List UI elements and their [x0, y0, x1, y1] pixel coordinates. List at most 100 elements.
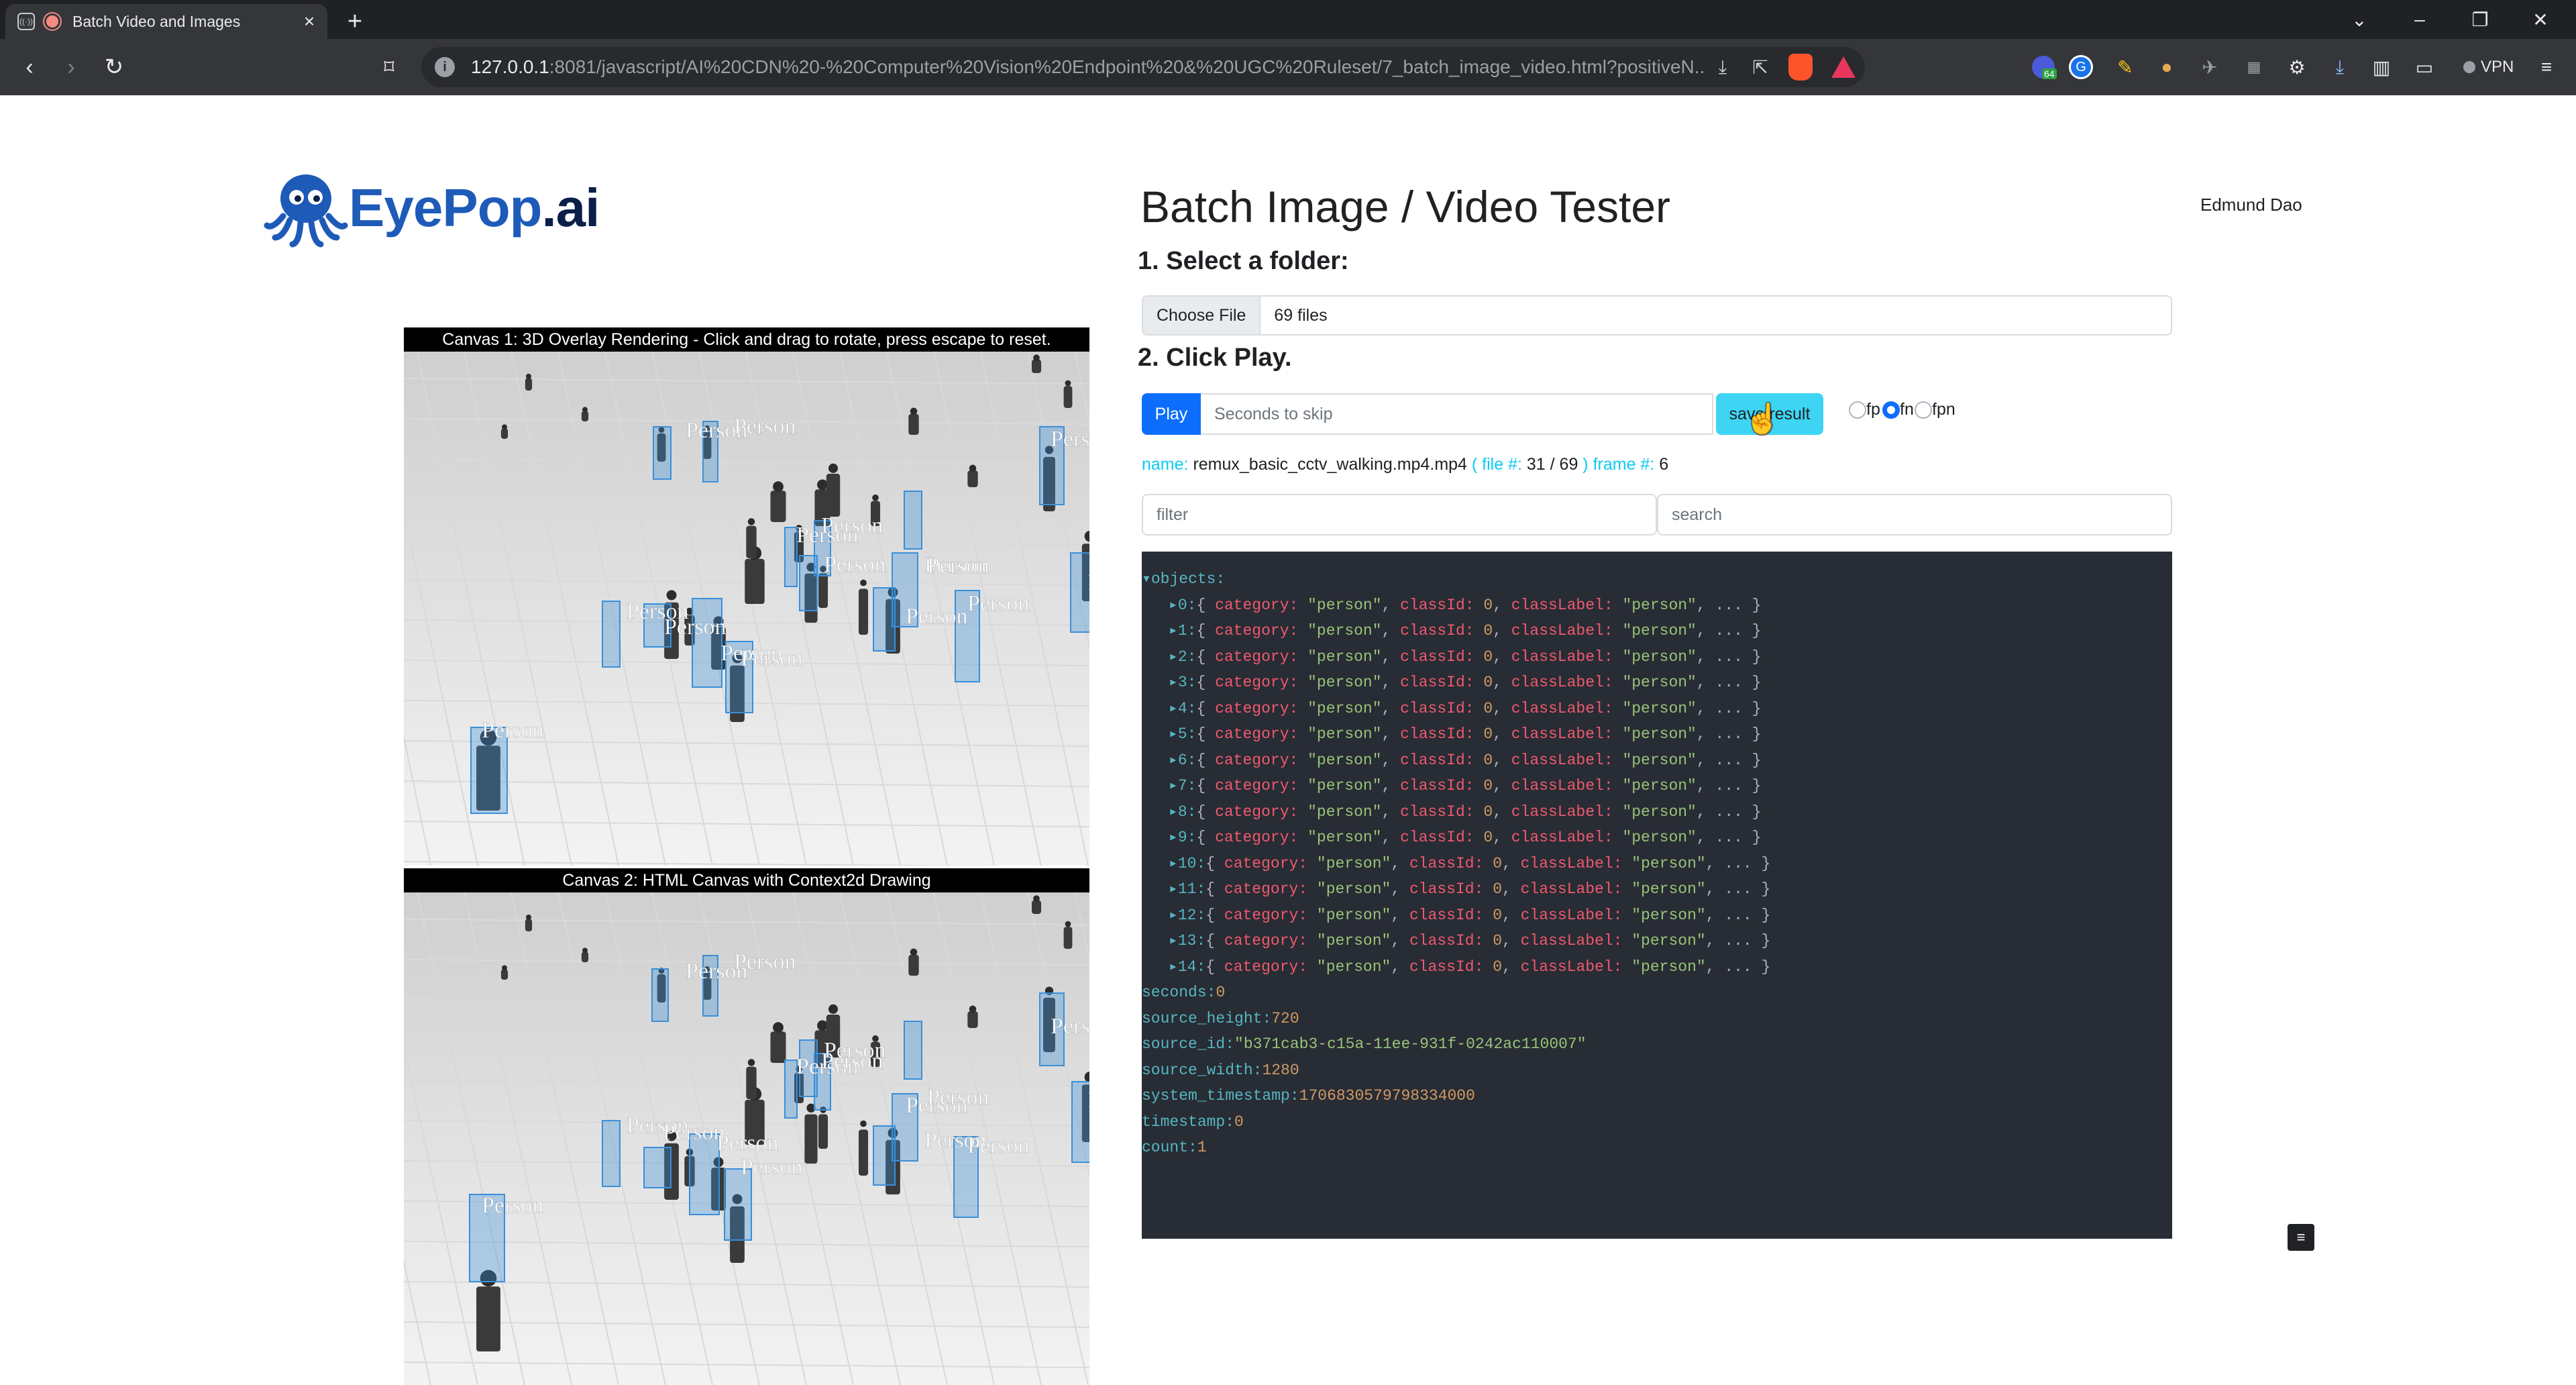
object-node[interactable]: ▸3:{ category: "person", classId: 0, cla…	[1142, 670, 2172, 696]
person-detection-label: Person	[663, 1120, 725, 1145]
object-node[interactable]: ▸13:{ category: "person", classId: 0, cl…	[1142, 928, 2172, 954]
downloads-icon[interactable]: ⤓	[2325, 52, 2355, 82]
person-detection-label: Person	[821, 513, 883, 538]
object-node[interactable]: ▸7:{ category: "person", classId: 0, cla…	[1142, 773, 2172, 799]
choose-file-button[interactable]: Choose File	[1143, 297, 1261, 334]
bookmark-icon[interactable]: ⌑	[370, 48, 408, 86]
cookie-extension-icon[interactable]: ●	[2152, 52, 2182, 82]
step1-label: 1. Select a folder:	[1138, 247, 1349, 275]
person-detection-box	[602, 1120, 621, 1187]
menu-toggle-icon[interactable]: ≡	[2288, 1224, 2314, 1251]
object-node[interactable]: ▸1:{ category: "person", classId: 0, cla…	[1142, 618, 2172, 644]
object-node[interactable]: ▸4:{ category: "person", classId: 0, cla…	[1142, 696, 2172, 722]
person-detection-box	[904, 491, 922, 550]
canvas-3d-overlay[interactable]: Canvas 1: 3D Overlay Rendering - Click a…	[404, 327, 1089, 866]
pedestrian-figure	[525, 373, 533, 391]
object-node[interactable]: ▸9:{ category: "person", classId: 0, cla…	[1142, 825, 2172, 851]
object-node[interactable]: ▸8:{ category: "person", classId: 0, cla…	[1142, 799, 2172, 825]
caret-right-icon: ▸	[1169, 777, 1178, 794]
hand-cursor-icon: ☝	[1744, 403, 1781, 435]
close-window-button[interactable]: ✕	[2510, 0, 2571, 39]
json-field-count: count:1	[1142, 1139, 1207, 1156]
download-icon[interactable]: ⤓	[1704, 56, 1741, 79]
caret-right-icon: ▸	[1169, 906, 1178, 924]
url-text[interactable]: 127.0.0.1:8081/javascript/AI%20CDN%20-%2…	[471, 56, 1704, 78]
person-detection-box	[904, 1021, 922, 1080]
person-detection-label: Person	[927, 554, 989, 578]
radio-fn[interactable]	[1882, 401, 1900, 419]
pedestrian-figure	[581, 947, 589, 962]
browser-tab[interactable]: ((·)) Batch Video and Images ×	[5, 4, 327, 39]
objects-node[interactable]: ▾objects:	[1142, 566, 2172, 593]
eyepop-logo: EyePop.ai	[263, 168, 600, 248]
person-detection-label: Person	[967, 591, 1030, 616]
vpn-button[interactable]: VPN	[2454, 52, 2523, 82]
menu-icon[interactable]: ≡	[2532, 52, 2561, 82]
radio-fp-label: fp	[1866, 400, 1880, 419]
status-line: name: remux_basic_cctv_walking.mp4.mp4 (…	[1142, 455, 1668, 474]
forward-icon[interactable]: ›	[52, 48, 90, 86]
caret-right-icon: ▸	[1169, 596, 1178, 614]
canvas-2d-drawing[interactable]: Canvas 2: HTML Canvas with Context2d Dra…	[404, 868, 1089, 1385]
minimize-button[interactable]: –	[2390, 0, 2450, 39]
back-icon[interactable]: ‹	[11, 48, 48, 86]
filter-input[interactable]: filter	[1142, 494, 1657, 535]
user-name[interactable]: Edmund Dao	[2200, 195, 2302, 215]
grid-extension-icon[interactable]: ▦	[2239, 52, 2269, 82]
wallet-icon[interactable]: ▭	[2410, 52, 2439, 82]
pen-extension-icon[interactable]: ✎	[2110, 52, 2140, 82]
rocket-extension-icon[interactable]: ✈	[2195, 52, 2224, 82]
person-detection-box	[1071, 1081, 1089, 1163]
grammar-extension-icon[interactable]: G	[2066, 52, 2096, 82]
octopus-icon	[264, 174, 348, 248]
object-node[interactable]: ▸2:{ category: "person", classId: 0, cla…	[1142, 644, 2172, 670]
caret-right-icon: ▸	[1169, 725, 1178, 743]
person-detection-box	[689, 1133, 720, 1215]
object-node[interactable]: ▸14:{ category: "person", classId: 0, cl…	[1142, 954, 2172, 980]
radio-wave-icon: ((·))	[17, 13, 35, 30]
reload-icon[interactable]: ↻	[95, 48, 133, 86]
sidebar-icon[interactable]: ▥	[2367, 52, 2396, 82]
play-button[interactable]: Play	[1142, 393, 1201, 435]
person-detection-label: Person	[716, 1131, 779, 1156]
puzzle-extensions-icon[interactable]: ⚙	[2282, 52, 2312, 82]
person-detection-label: Person	[1088, 1088, 1089, 1113]
pedestrian-figure	[525, 914, 533, 931]
close-tab-icon[interactable]: ×	[298, 11, 321, 32]
brave-shields-icon[interactable]	[1788, 54, 1813, 81]
object-node[interactable]: ▸5:{ category: "person", classId: 0, cla…	[1142, 721, 2172, 748]
pedestrian-figure	[581, 407, 589, 421]
person-detection-box	[784, 1060, 798, 1119]
file-count: 69 files	[1274, 305, 1328, 325]
caret-right-icon: ▸	[1169, 751, 1178, 769]
radio-fpn[interactable]	[1915, 401, 1932, 419]
share-icon[interactable]: ⇱	[1741, 56, 1779, 79]
object-node[interactable]: ▸6:{ category: "person", classId: 0, cla…	[1142, 748, 2172, 774]
address-bar[interactable]: i 127.0.0.1:8081/javascript/AI%20CDN%20-…	[421, 47, 1865, 87]
folder-file-input[interactable]: Choose File 69 files	[1142, 295, 2172, 336]
tab-search-icon[interactable]: ⌄	[2329, 0, 2390, 39]
person-detection-label: Person	[741, 1155, 803, 1180]
browser-toolbar: ‹ › ↻ ⌑ i 127.0.0.1:8081/javascript/AI%2…	[0, 39, 2576, 95]
person-detection-label: Person	[927, 1085, 989, 1110]
file-name: remux_basic_cctv_walking.mp4.mp4	[1193, 455, 1467, 474]
vpn-icon	[2463, 61, 2475, 73]
object-node[interactable]: ▸0:{ category: "person", classId: 0, cla…	[1142, 593, 2172, 619]
seconds-to-skip-input[interactable]: Seconds to skip	[1201, 393, 1713, 435]
extension-badge-icon[interactable]: 64	[2029, 52, 2058, 82]
radio-fp[interactable]	[1849, 401, 1866, 419]
json-viewer[interactable]: ▾objects: ▸0:{ category: "person", class…	[1142, 552, 2172, 1239]
site-info-icon[interactable]: i	[435, 57, 455, 77]
object-node[interactable]: ▸11:{ category: "person", classId: 0, cl…	[1142, 876, 2172, 903]
restore-button[interactable]: ❐	[2450, 0, 2510, 39]
caret-right-icon: ▸	[1169, 674, 1178, 691]
search-input[interactable]: search	[1657, 494, 2172, 535]
person-detection-box	[784, 527, 798, 587]
object-node[interactable]: ▸10:{ category: "person", classId: 0, cl…	[1142, 851, 2172, 877]
json-field-system-timestamp: system_timestamp:1706830579798334000	[1142, 1087, 1475, 1105]
brave-rewards-icon[interactable]	[1831, 56, 1856, 78]
person-detection-label: Person	[734, 950, 796, 974]
name-key: name:	[1142, 455, 1189, 474]
new-tab-button[interactable]: +	[339, 8, 370, 35]
object-node[interactable]: ▸12:{ category: "person", classId: 0, cl…	[1142, 903, 2172, 929]
